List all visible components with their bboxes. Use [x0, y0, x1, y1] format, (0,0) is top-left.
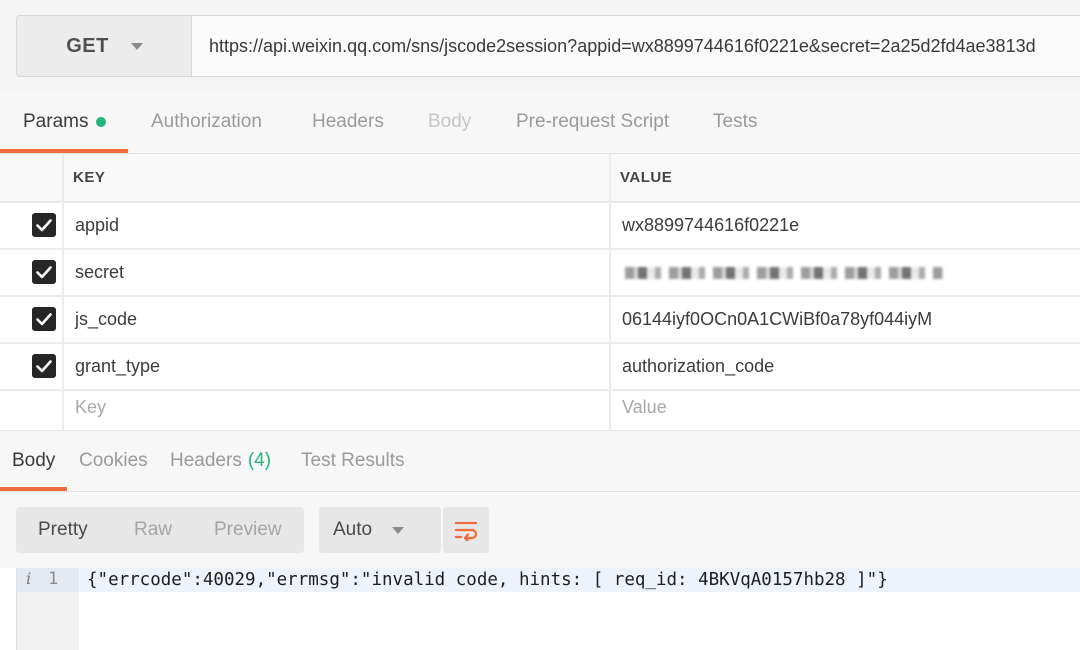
table-row: secret	[0, 250, 1080, 297]
column-divider	[62, 154, 64, 430]
row-checkbox[interactable]	[32, 260, 56, 284]
column-divider	[609, 154, 611, 430]
params-active-dot-icon	[96, 117, 107, 127]
params-table: KEY VALUE appid wx8899744616f0221e secre…	[0, 154, 1080, 430]
active-response-tab-indicator	[0, 487, 67, 491]
checkmark-icon	[36, 265, 52, 278]
method-select[interactable]: GET	[16, 15, 192, 77]
value-placeholder[interactable]: Value	[622, 384, 667, 430]
response-tabs: Body Cookies Headers (4) Test Results	[0, 430, 1080, 492]
tab-pre-request-script[interactable]: Pre-request Script	[516, 92, 669, 152]
request-tabs: Params Authorization Headers Body Pre-re…	[0, 92, 1080, 154]
active-tab-indicator	[0, 149, 128, 153]
wrap-lines-icon	[454, 521, 478, 541]
param-key[interactable]: appid	[75, 203, 119, 248]
row-checkbox[interactable]	[32, 354, 56, 378]
param-value[interactable]: 06144iyf0OCn0A1CWiBf0a78yf044iyM	[622, 297, 932, 342]
value-column-header: VALUE	[620, 169, 673, 186]
method-label: GET	[66, 34, 109, 57]
tab-params-label: Params	[23, 111, 89, 132]
info-icon: i	[26, 569, 32, 588]
wrap-lines-button[interactable]	[443, 507, 489, 553]
params-header-row: KEY VALUE	[0, 154, 1080, 203]
table-row-new: Key Value	[0, 384, 1080, 430]
tab-response-body[interactable]: Body	[12, 431, 55, 491]
preview-button[interactable]: Preview	[214, 507, 282, 553]
checkmark-icon	[36, 218, 52, 231]
key-placeholder[interactable]: Key	[75, 384, 106, 430]
row-checkbox[interactable]	[32, 213, 56, 237]
row-checkbox[interactable]	[32, 307, 56, 331]
chevron-down-icon	[130, 42, 143, 50]
raw-button[interactable]: Raw	[134, 507, 172, 553]
tab-authorization[interactable]: Authorization	[151, 92, 262, 152]
table-row: appid wx8899744616f0221e	[0, 203, 1080, 250]
line-number: 1	[48, 569, 59, 589]
param-value[interactable]: wx8899744616f0221e	[622, 203, 799, 248]
tab-tests[interactable]: Tests	[713, 92, 757, 152]
url-input[interactable]: https://api.weixin.qq.com/sns/jscode2ses…	[191, 15, 1080, 77]
headers-count: (4)	[247, 450, 272, 471]
param-value[interactable]: authorization_code	[622, 344, 774, 389]
tab-params[interactable]: Params	[23, 92, 107, 152]
response-json[interactable]: {"errcode":40029,"errmsg":"invalid code,…	[87, 568, 888, 592]
key-column-header: KEY	[73, 169, 106, 186]
chevron-down-icon	[392, 526, 405, 534]
tab-headers[interactable]: Headers	[312, 92, 384, 152]
response-body-editor[interactable]: i 1 {"errcode":40029,"errmsg":"invalid c…	[16, 568, 1080, 650]
tab-response-headers[interactable]: Headers (4)	[170, 431, 271, 491]
checkmark-icon	[36, 312, 52, 325]
param-key[interactable]: js_code	[75, 297, 137, 342]
view-mode-segmented-control: Pretty Raw Preview	[16, 507, 304, 553]
checkmark-icon	[36, 359, 52, 372]
param-key[interactable]: secret	[75, 250, 124, 295]
param-key[interactable]: grant_type	[75, 344, 160, 389]
url-text: https://api.weixin.qq.com/sns/jscode2ses…	[209, 35, 1036, 56]
tab-test-results[interactable]: Test Results	[301, 431, 404, 491]
tab-body[interactable]: Body	[428, 92, 471, 152]
pretty-button[interactable]: Pretty	[38, 507, 88, 553]
tab-cookies[interactable]: Cookies	[79, 431, 148, 491]
table-row: js_code 06144iyf0OCn0A1CWiBf0a78yf044iyM	[0, 297, 1080, 344]
tab-response-headers-label: Headers	[170, 450, 242, 471]
format-select[interactable]: Auto	[319, 507, 441, 553]
redacted-secret-value	[625, 267, 943, 279]
format-label: Auto	[333, 519, 373, 540]
response-toolbar: Pretty Raw Preview Auto	[0, 492, 1080, 568]
